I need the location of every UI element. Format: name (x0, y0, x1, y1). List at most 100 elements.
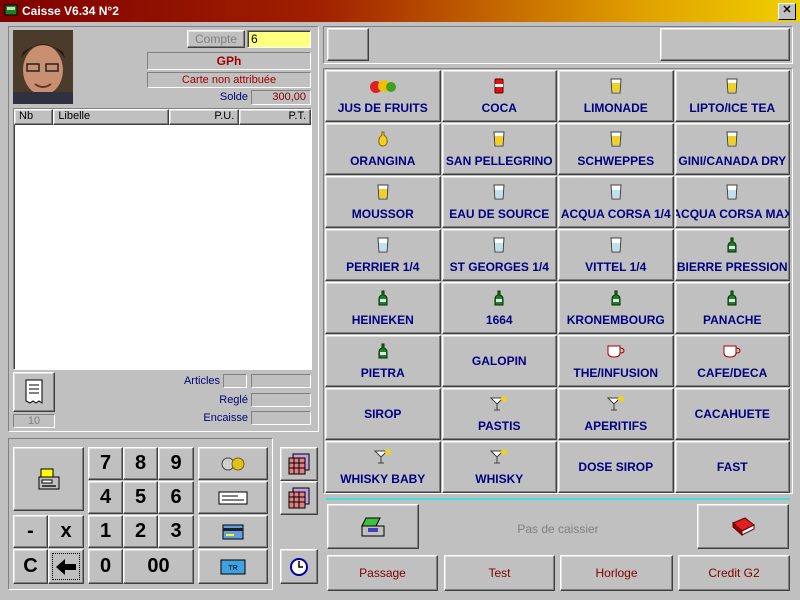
key-multiply[interactable]: x (48, 515, 84, 548)
drink-label: PASTIS (478, 419, 521, 433)
glass-water-icon (493, 183, 505, 201)
regle-value-box (251, 393, 311, 407)
drink-label: KRONEMBOURG (566, 313, 665, 327)
drink-button[interactable]: ACQUA CORSA 1/4 (558, 176, 674, 228)
key-0[interactable]: 0 (88, 549, 123, 584)
top-left-blank-button[interactable] (327, 28, 369, 61)
key-8[interactable]: 8 (123, 447, 158, 480)
drink-button[interactable]: WHISKY BABY (325, 441, 441, 493)
drink-label: HEINEKEN (351, 313, 414, 327)
card-button[interactable] (198, 515, 268, 548)
cocktail-icon (606, 395, 625, 413)
clock-button[interactable] (280, 549, 318, 584)
receipt-icon (25, 379, 43, 404)
ticket-restaurant-button[interactable]: TR (198, 549, 268, 584)
key-5[interactable]: 5 (123, 481, 158, 514)
drink-button[interactable]: FAST (674, 441, 790, 493)
drink-button[interactable]: MOUSSOR (325, 176, 441, 228)
drink-button[interactable]: PIETRA (325, 335, 441, 387)
drink-button[interactable]: EAU DE SOURCE (441, 176, 557, 228)
coins-button[interactable] (198, 447, 268, 480)
cash-register-button[interactable] (13, 447, 84, 511)
drink-button[interactable]: LIPTO/ICE TEA (674, 70, 790, 122)
encaisse-label: Encaisse (203, 412, 248, 424)
drink-button[interactable]: GINI/CANADA DRY (674, 123, 790, 175)
close-button[interactable]: ✕ (778, 3, 796, 20)
drink-button[interactable]: DOSE SIROP (558, 441, 674, 493)
drink-button[interactable]: HEINEKEN (325, 282, 441, 334)
drink-label: ACQUA CORSA 1/4 (560, 207, 671, 221)
drink-label: SCHWEPPES (577, 154, 655, 168)
passage-button[interactable]: Passage (327, 555, 438, 591)
key-2[interactable]: 2 (123, 515, 158, 548)
drink-button[interactable]: COCA (441, 70, 557, 122)
drink-label: ST GEORGES 1/4 (449, 260, 549, 274)
drink-label: MOUSSOR (351, 207, 414, 221)
drink-label: CAFE/DECA (697, 366, 768, 380)
drink-button[interactable]: SCHWEPPES (558, 123, 674, 175)
drink-label: JUS DE FRUITS (337, 101, 428, 115)
key-minus[interactable]: - (13, 515, 48, 548)
drink-button[interactable]: GALOPIN (441, 335, 557, 387)
drink-label: WHISKY BABY (340, 472, 426, 486)
drink-button[interactable]: CAFE/DECA (674, 335, 790, 387)
compte-input[interactable]: 6 (247, 30, 311, 48)
column-pt[interactable]: P.T. (239, 109, 311, 125)
key-9[interactable]: 9 (158, 447, 194, 480)
drink-button[interactable]: THE/INFUSION (558, 335, 674, 387)
key-00[interactable]: 00 (123, 549, 194, 584)
person-photo-icon (13, 30, 73, 104)
drink-button[interactable]: ST GEORGES 1/4 (441, 229, 557, 281)
key-4[interactable]: 4 (88, 481, 123, 514)
drink-label: PIETRA (360, 366, 405, 380)
cash-register-icon (38, 468, 59, 490)
drink-button[interactable]: BIERRE PRESSION (674, 229, 790, 281)
drink-label: FAST (716, 460, 748, 474)
drink-button[interactable]: SIROP (325, 388, 441, 440)
book-button[interactable] (697, 504, 789, 549)
drink-button[interactable]: ACQUA CORSA MAX (674, 176, 790, 228)
drink-button[interactable]: PERRIER 1/4 (325, 229, 441, 281)
grid-view-button[interactable] (280, 447, 318, 481)
test-button[interactable]: Test (444, 555, 555, 591)
credit-g2-button[interactable]: Credit G2 (678, 555, 790, 591)
top-right-blank-button[interactable] (660, 28, 790, 61)
key-3[interactable]: 3 (158, 515, 194, 548)
drink-button[interactable]: ORANGINA (325, 123, 441, 175)
arrow-left-icon (56, 558, 76, 575)
column-libelle[interactable]: Libelle (53, 109, 169, 125)
drink-button[interactable]: 1664 (441, 282, 557, 334)
drink-button[interactable]: LIMONADE (558, 70, 674, 122)
glass-water-icon (726, 183, 738, 201)
grid-view-button-2[interactable] (280, 481, 318, 515)
drink-button[interactable]: VITTEL 1/4 (558, 229, 674, 281)
coins-icon (221, 457, 245, 470)
orangina-bottle-icon (377, 130, 389, 148)
backspace-button[interactable] (48, 549, 84, 584)
ticket-list[interactable]: Nb Libelle P.U. P.T. (13, 108, 312, 370)
drink-button[interactable]: JUS DE FRUITS (325, 70, 441, 122)
beer-bottle-icon (727, 236, 737, 254)
drink-button[interactable]: KRONEMBOURG (558, 282, 674, 334)
articles-label: Articles (183, 375, 220, 387)
cheque-button[interactable] (198, 481, 268, 514)
drink-button[interactable]: CACAHUETE (674, 388, 790, 440)
drink-button[interactable]: PASTIS (441, 388, 557, 440)
compte-button[interactable]: Compte (187, 30, 245, 48)
key-clear[interactable]: C (13, 549, 48, 584)
drink-button[interactable]: PANACHE (674, 282, 790, 334)
pay-button[interactable] (327, 504, 419, 549)
drink-label: APERITIFS (584, 419, 648, 433)
horloge-button[interactable]: Horloge (560, 555, 673, 591)
key-6[interactable]: 6 (158, 481, 194, 514)
drink-label: VITTEL 1/4 (585, 260, 647, 274)
column-nb[interactable]: Nb (14, 109, 54, 125)
drink-button[interactable]: APERITIFS (558, 388, 674, 440)
drink-button[interactable]: WHISKY (441, 441, 557, 493)
drink-button[interactable]: SAN PELLEGRINO (441, 123, 557, 175)
key-7[interactable]: 7 (88, 447, 123, 480)
receipt-button[interactable] (13, 372, 55, 412)
column-pu[interactable]: P.U. (168, 109, 240, 125)
key-1[interactable]: 1 (88, 515, 123, 548)
drink-grid: JUS DE FRUITS COCA LIMONADE LIPTO/ICE TEA OR… (325, 70, 791, 494)
